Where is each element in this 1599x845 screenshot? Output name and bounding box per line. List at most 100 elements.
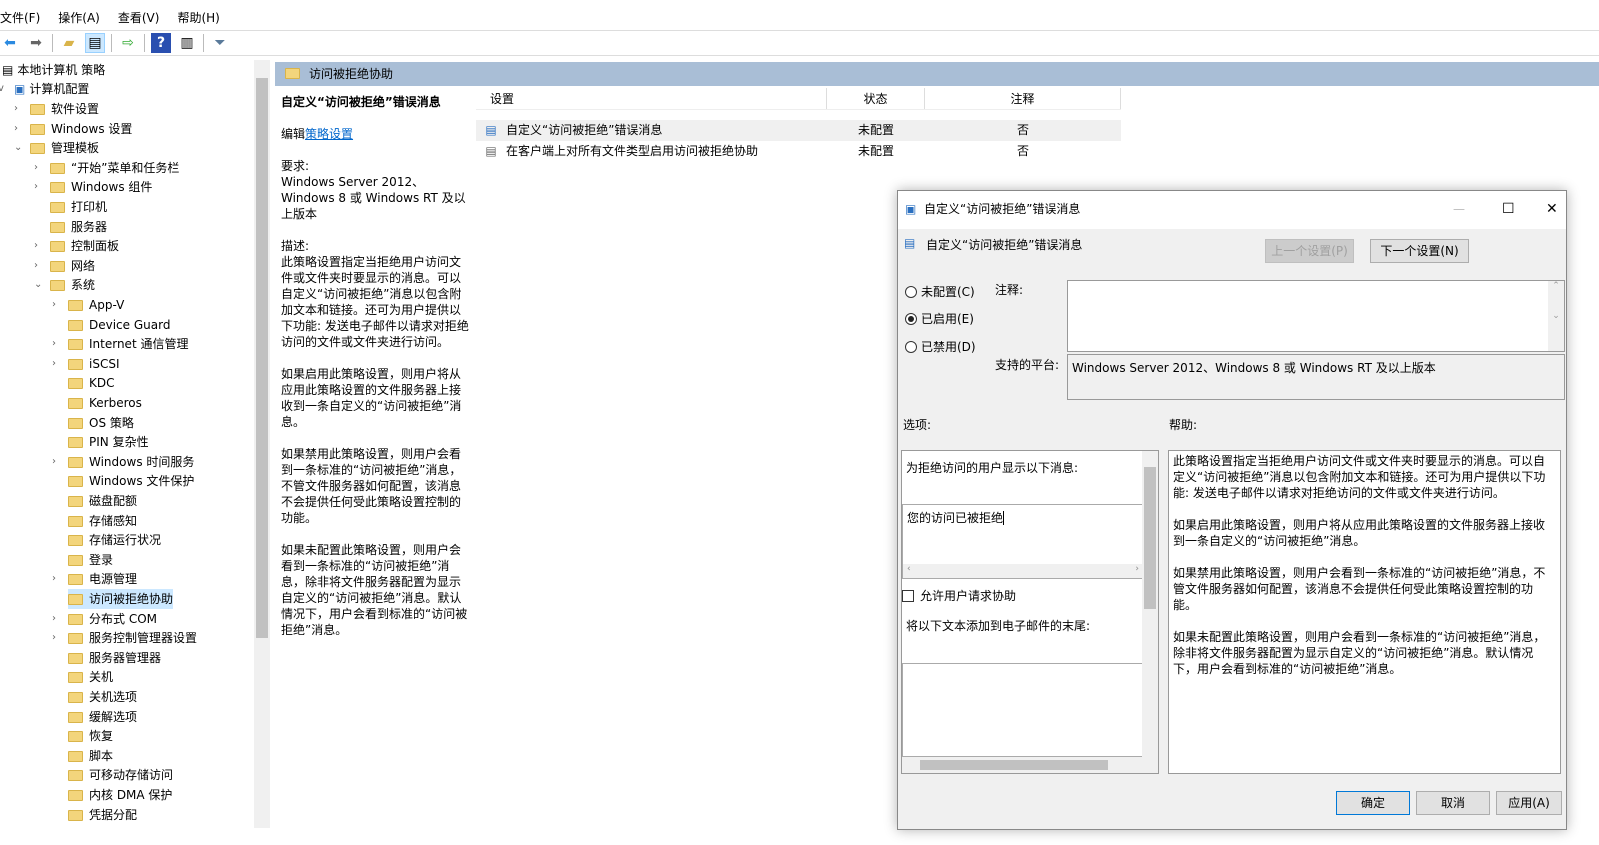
radio-circle[interactable] — [905, 285, 917, 298]
chevron-right-icon[interactable]: › — [34, 256, 38, 276]
tree-item[interactable]: 服务器管理器 — [68, 648, 161, 668]
tree-item[interactable]: › 分布式 COM — [52, 609, 157, 629]
chevron-down-icon[interactable]: v — [0, 79, 4, 99]
email-textbox[interactable] — [902, 663, 1144, 757]
tree-item[interactable]: 登录 — [68, 550, 113, 570]
checkbox-box[interactable] — [902, 589, 914, 602]
radio-circle[interactable] — [905, 340, 917, 353]
list-row[interactable]: ▤ 在客户端上对所有文件类型启用访问被拒绝协助 未配置 否 — [476, 141, 1121, 162]
tree-item[interactable]: PIN 复杂性 — [68, 432, 149, 452]
prev-setting-button[interactable]: 上一个设置(P) — [1265, 239, 1354, 263]
tree-item[interactable]: › Windows 组件 — [34, 177, 152, 197]
tree-item[interactable]: ⌄ 系统 — [34, 275, 95, 295]
folder-icon — [68, 692, 83, 703]
chevron-right-icon[interactable]: › — [34, 177, 38, 197]
options-vscroll[interactable] — [1142, 451, 1158, 759]
tree-item[interactable]: 服务器 — [50, 217, 107, 237]
minimize-button[interactable]: — — [1453, 191, 1465, 227]
platform-scrollbar[interactable] — [1548, 355, 1564, 399]
tree-root[interactable]: ▤ 本地计算机 策略 — [2, 60, 105, 80]
menu-help[interactable]: 帮助(H) — [177, 8, 219, 28]
tree-item[interactable]: › 控制面板 — [34, 236, 119, 256]
tree-item[interactable]: Windows 文件保护 — [68, 471, 194, 491]
tree-item[interactable]: › Windows 时间服务 — [52, 452, 194, 472]
tree-item[interactable]: KDC — [68, 373, 115, 393]
tree-item[interactable]: 恢复 — [68, 726, 113, 746]
apply-button[interactable]: 应用(A) — [1496, 791, 1562, 815]
tree-item[interactable]: › iSCSI — [52, 354, 120, 374]
tree-item[interactable]: Device Guard — [68, 315, 170, 335]
message-hscroll[interactable]: ‹ › — [903, 564, 1143, 578]
ok-button[interactable]: 确定 — [1336, 791, 1410, 815]
help-icon[interactable]: ? — [151, 33, 171, 53]
up-folder-icon[interactable]: ▰ — [59, 33, 79, 53]
tree-item[interactable]: › 软件设置 — [14, 99, 99, 119]
menu-view[interactable]: 查看(V) — [118, 8, 160, 28]
tree-item[interactable]: 关机选项 — [68, 687, 137, 707]
list-row[interactable]: ▤ 自定义“访问被拒绝”错误消息 未配置 否 — [476, 120, 1121, 141]
tree-item[interactable]: 访问被拒绝协助 — [68, 589, 174, 609]
tree-item[interactable]: › “开始”菜单和任务栏 — [34, 158, 179, 178]
message-textbox[interactable]: 您的访问已被拒绝 ‹ › — [902, 504, 1144, 579]
tree-item[interactable]: › 服务控制管理器设置 — [52, 628, 197, 648]
allow-assist-checkbox[interactable]: 允许用户请求协助 — [902, 587, 1016, 604]
tree-item[interactable]: ⌄ 管理模板 — [14, 138, 99, 158]
forward-icon[interactable]: ➡ — [26, 33, 46, 53]
tree-item[interactable]: 缓解选项 — [68, 707, 137, 727]
tree-item[interactable]: OS 策略 — [68, 413, 134, 433]
menu-action[interactable]: 操作(A) — [58, 8, 100, 28]
tree-item[interactable]: 内核 DMA 保护 — [68, 785, 172, 805]
radio-disabled[interactable]: 已禁用(D) — [905, 338, 976, 355]
chevron-right-icon[interactable]: › — [34, 236, 38, 256]
show-hide-tree-icon[interactable]: ▤ — [85, 33, 105, 53]
chevron-right-icon[interactable]: › — [52, 295, 56, 315]
chevron-right-icon[interactable]: › — [14, 119, 18, 139]
chevron-right-icon[interactable]: › — [14, 99, 18, 119]
tree-item[interactable]: › Internet 通信管理 — [52, 334, 188, 354]
tree-item[interactable]: › 网络 — [34, 256, 95, 276]
comment-textarea[interactable]: ⌃ ⌄ — [1067, 280, 1565, 352]
tree-item[interactable]: 脚本 — [68, 746, 113, 766]
folder-icon — [68, 417, 83, 429]
chevron-right-icon[interactable]: › — [52, 609, 56, 629]
tree-item[interactable]: › Windows 设置 — [14, 119, 132, 139]
chevron-down-icon[interactable]: ⌄ — [34, 275, 42, 295]
chevron-down-icon[interactable]: ⌄ — [14, 138, 22, 158]
next-setting-button[interactable]: 下一个设置(N) — [1370, 239, 1469, 263]
close-button[interactable]: ✕ — [1546, 191, 1558, 227]
tree-item[interactable]: Kerberos — [68, 393, 142, 413]
tree-item[interactable]: 关机 — [68, 667, 113, 687]
edit-policy-link[interactable]: 策略设置 — [305, 127, 353, 141]
back-icon[interactable]: ⬅ — [0, 33, 20, 53]
chevron-right-icon[interactable]: › — [52, 628, 56, 648]
tree-item[interactable]: 存储感知 — [68, 511, 137, 531]
chevron-right-icon[interactable]: › — [34, 158, 38, 178]
chevron-right-icon[interactable]: › — [52, 569, 56, 589]
chevron-right-icon[interactable]: › — [52, 334, 56, 354]
options-hscroll[interactable] — [902, 757, 1158, 773]
col-setting[interactable]: 设置 — [476, 88, 827, 109]
tree-item[interactable]: › App-V — [52, 295, 124, 315]
comment-scrollbar[interactable]: ⌃ ⌄ — [1548, 281, 1564, 351]
tree-item[interactable]: › 电源管理 — [52, 569, 137, 589]
show-action-pane-icon[interactable]: ▥ — [177, 33, 197, 53]
radio-enabled[interactable]: 已启用(E) — [905, 310, 974, 327]
col-state[interactable]: 状态 — [827, 88, 925, 109]
tree-item[interactable]: 打印机 — [50, 197, 107, 217]
menu-file[interactable]: 文件(F) — [0, 8, 40, 28]
tree-scrollbar-thumb[interactable] — [256, 78, 268, 638]
cancel-button[interactable]: 取消 — [1416, 791, 1490, 815]
chevron-right-icon[interactable]: › — [52, 354, 56, 374]
radio-not-configured[interactable]: 未配置(C) — [905, 283, 975, 300]
tree-item-computer-config[interactable]: v ▣计算机配置 — [0, 79, 89, 99]
chevron-right-icon[interactable]: › — [52, 452, 56, 472]
tree-item[interactable]: 存储运行状况 — [68, 530, 161, 550]
maximize-button[interactable]: ☐ — [1502, 191, 1515, 227]
radio-circle[interactable] — [905, 312, 917, 325]
col-comment[interactable]: 注释 — [925, 88, 1121, 109]
tree-item[interactable]: 磁盘配额 — [68, 491, 137, 511]
export-icon[interactable]: ⇨ — [118, 33, 138, 53]
tree-item[interactable]: 可移动存储访问 — [68, 765, 173, 785]
tree-item[interactable]: 凭据分配 — [68, 805, 137, 825]
filter-icon[interactable]: ⏷ — [210, 33, 230, 53]
